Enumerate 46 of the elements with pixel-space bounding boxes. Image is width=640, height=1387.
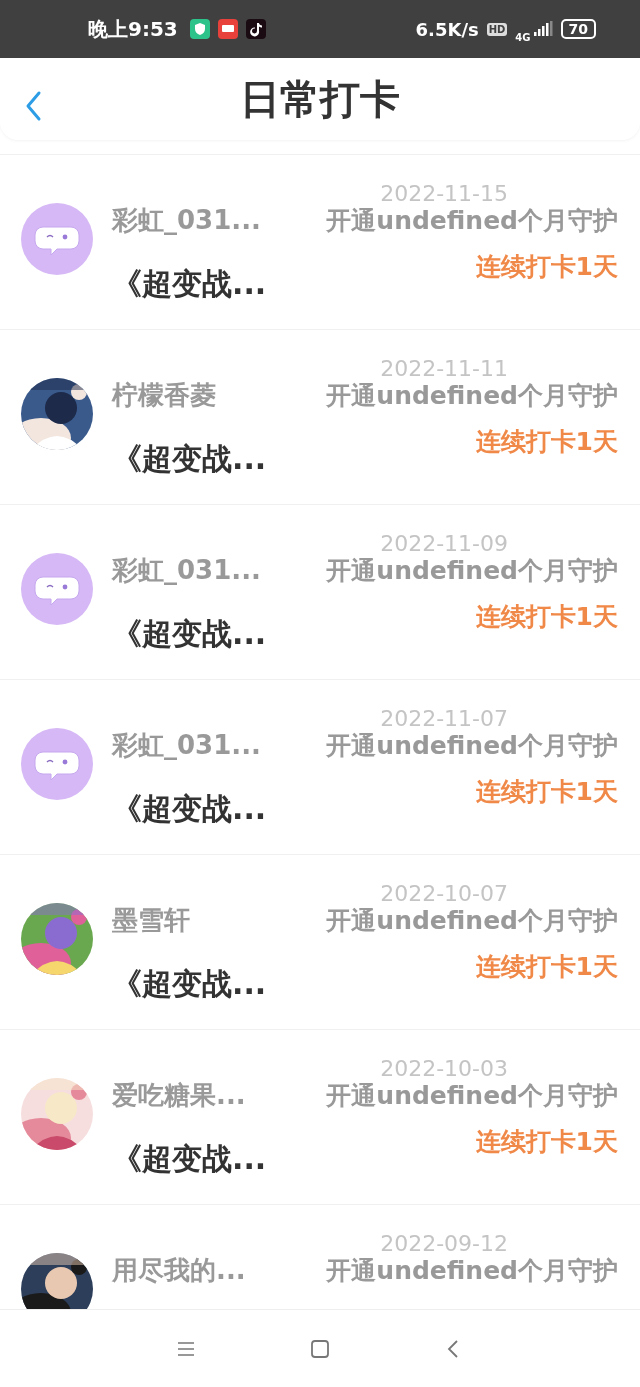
streak-text: 连续打卡1天 (475, 951, 618, 983)
book-title: 《超变战... (112, 440, 267, 478)
user-name: 柠檬香菱 (112, 379, 216, 412)
hd-badge: HD (486, 22, 508, 36)
book-title: 《超变战... (112, 965, 267, 1003)
chat-bubble-avatar (21, 553, 93, 625)
clock: 晚上9:53 (88, 15, 178, 43)
user-name: 用尽我的... (112, 1254, 246, 1287)
guard-text: 开通undefined个月守护 (326, 380, 618, 412)
guard-text: 开通undefined个月守护 (326, 730, 618, 762)
user-name: 墨雪轩 (112, 904, 190, 937)
date-text: 2022-10-03 (380, 1056, 508, 1081)
user-name: 彩虹_031... (112, 729, 261, 762)
book-title: 《超变战... (112, 615, 267, 653)
user-name: 爱吃糖果... (112, 1079, 246, 1112)
guard-text: 开通undefined个月守护 (326, 1080, 618, 1112)
streak-text: 连续打卡1天 (475, 776, 618, 808)
network-type: 4G (515, 31, 531, 43)
date-text: 2022-11-07 (380, 706, 508, 731)
streak-text: 连续打卡1天 (475, 1126, 618, 1158)
chat-bubble-avatar (21, 203, 93, 275)
music-note-icon (245, 19, 266, 39)
date-text: 2022-10-07 (380, 881, 508, 906)
guard-text: 开通undefined个月守护 (326, 905, 618, 937)
page-title: 日常打卡 (240, 74, 400, 124)
date-text: 2022-11-11 (380, 356, 508, 381)
network-speed: 6.5K/s (415, 18, 479, 40)
book-title: 《超变战... (112, 265, 267, 303)
signal-icon (532, 21, 553, 37)
date-text: 2022-11-09 (380, 531, 508, 556)
app-icon (217, 19, 238, 39)
guard-text: 开通undefined个月守护 (326, 555, 618, 587)
shield-icon (189, 19, 210, 39)
user-name: 彩虹_031... (112, 554, 261, 587)
streak-text: 连续打卡1天 (475, 426, 618, 458)
streak-text: 连续打卡1天 (475, 251, 618, 283)
date-text: 2022-11-15 (380, 181, 508, 206)
date-text: 2022-09-12 (380, 1231, 508, 1256)
guard-text: 开通undefined个月守护 (326, 205, 618, 237)
guard-text: 开通undefined个月守护 (326, 1255, 618, 1287)
streak-text: 连续打卡1天 (475, 601, 618, 633)
chat-bubble-avatar (21, 728, 93, 800)
user-name: 彩虹_031... (112, 204, 261, 237)
battery-level: 70 (560, 19, 596, 39)
book-title: 《超变战... (112, 790, 267, 828)
book-title: 《超变战... (112, 1140, 267, 1178)
